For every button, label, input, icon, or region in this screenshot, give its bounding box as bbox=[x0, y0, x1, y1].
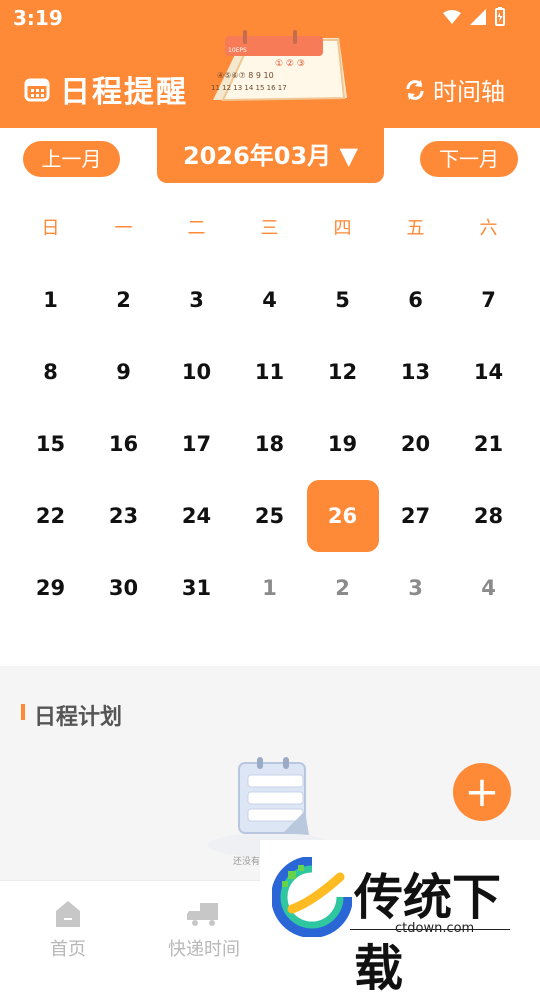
calendar-day[interactable]: 12 bbox=[306, 336, 379, 408]
calendar-day[interactable]: 30 bbox=[87, 552, 160, 624]
schedule-plan-title: 日程计划 bbox=[34, 705, 123, 730]
weekday-saturday: 六 bbox=[479, 218, 498, 239]
calendar-day[interactable]: 5 bbox=[306, 264, 379, 336]
calendar-day[interactable]: 13 bbox=[379, 336, 452, 408]
calendar-day[interactable]: 21 bbox=[452, 408, 525, 480]
month-selector[interactable]: 2026年03月 ▼ bbox=[157, 118, 384, 183]
calendar-day[interactable]: 8 bbox=[14, 336, 87, 408]
calendar-day[interactable]: 24 bbox=[160, 480, 233, 552]
selected-calendar-day[interactable]: 26 bbox=[306, 480, 379, 552]
calendar-day[interactable]: 20 bbox=[379, 408, 452, 480]
calendar-day[interactable]: 16 bbox=[87, 408, 160, 480]
calendar-day-grid: 1 2 3 4 5 6 7 8 9 10 11 12 13 14 15 16 1… bbox=[14, 264, 525, 624]
weekday-sunday: 日 bbox=[41, 218, 60, 239]
next-month-day[interactable]: 3 bbox=[379, 552, 452, 624]
page-title: 日程提醒 bbox=[24, 67, 188, 111]
next-month-day[interactable]: 2 bbox=[306, 552, 379, 624]
current-month-text: 2026年03月 bbox=[182, 142, 332, 170]
calendar-day[interactable]: 22 bbox=[14, 480, 87, 552]
app-header: 3:19 日程提醒 10EPS ① ② ③ ④⑤⑥⑦ 8 9 10 11 12 … bbox=[0, 0, 540, 128]
truck-icon bbox=[187, 903, 218, 926]
watermark-logo: 传统下载 ctdown.com bbox=[260, 840, 540, 997]
nav-express-time[interactable]: 快递时间 bbox=[168, 899, 240, 961]
calendar-day[interactable]: 18 bbox=[233, 408, 306, 480]
calendar-day[interactable]: 28 bbox=[452, 480, 525, 552]
calendar-day[interactable]: 10 bbox=[160, 336, 233, 408]
calendar-day[interactable]: 4 bbox=[233, 264, 306, 336]
refresh-icon bbox=[406, 79, 424, 100]
weekday-header: 日 一 二 三 四 五 六 bbox=[14, 214, 525, 240]
calendar-day[interactable]: 31 bbox=[160, 552, 233, 624]
weekday-monday: 一 bbox=[114, 218, 133, 239]
dropdown-triangle-icon: ▼ bbox=[339, 142, 359, 170]
timeline-button[interactable]: 时间轴 bbox=[403, 72, 505, 107]
next-month-day[interactable]: 4 bbox=[452, 552, 525, 624]
weekday-tuesday: 二 bbox=[187, 218, 206, 239]
add-schedule-button[interactable]: + bbox=[453, 763, 511, 821]
next-month-day[interactable]: 1 bbox=[233, 552, 306, 624]
calendar-day[interactable]: 14 bbox=[452, 336, 525, 408]
calendar-day[interactable]: 2 bbox=[87, 264, 160, 336]
calendar-illustration: 10EPS ① ② ③ ④⑤⑥⑦ 8 9 10 11 12 13 14 15 1… bbox=[211, 30, 347, 102]
calendar-day[interactable]: 19 bbox=[306, 408, 379, 480]
status-icons bbox=[442, 7, 506, 27]
calendar-illustration-label: 10EPS bbox=[228, 47, 247, 54]
plus-icon: + bbox=[464, 767, 500, 816]
calendar-day[interactable]: 6 bbox=[379, 264, 452, 336]
next-month-button[interactable]: 下一月 bbox=[420, 141, 518, 177]
calendar-illustration-row3: 11 12 13 14 15 16 17 bbox=[211, 84, 287, 92]
header-title: 日程提醒 bbox=[60, 75, 188, 110]
signal-icon bbox=[470, 9, 486, 25]
calendar-day[interactable]: 3 bbox=[160, 264, 233, 336]
prev-month-button[interactable]: 上一月 bbox=[23, 141, 120, 177]
watermark-logo-icon bbox=[272, 857, 352, 937]
battery-icon bbox=[495, 7, 505, 26]
watermark-url: ctdown.com bbox=[395, 921, 475, 936]
calendar-day[interactable]: 11 bbox=[233, 336, 306, 408]
calendar-icon bbox=[24, 78, 50, 102]
wifi-icon bbox=[443, 10, 461, 24]
calendar-day[interactable]: 23 bbox=[87, 480, 160, 552]
section-accent-bar bbox=[21, 704, 25, 720]
weekday-wednesday: 三 bbox=[260, 218, 279, 239]
weekday-friday: 五 bbox=[406, 218, 425, 239]
nav-express-label: 快递时间 bbox=[168, 939, 240, 960]
calendar-day[interactable]: 25 bbox=[233, 480, 306, 552]
home-icon bbox=[56, 901, 80, 927]
status-time: 3:19 bbox=[13, 6, 63, 30]
calendar-illustration-row1: ① ② ③ bbox=[275, 59, 305, 69]
weekday-thursday: 四 bbox=[333, 218, 352, 239]
current-month-label: 2026年03月 ▼ bbox=[157, 136, 384, 171]
calendar-day[interactable]: 7 bbox=[452, 264, 525, 336]
calendar-day[interactable]: 29 bbox=[14, 552, 87, 624]
nav-home-label: 首页 bbox=[50, 939, 86, 960]
calendar-day[interactable]: 17 bbox=[160, 408, 233, 480]
calendar-day[interactable]: 9 bbox=[87, 336, 160, 408]
empty-state-caption: 还没有 bbox=[233, 857, 261, 867]
timeline-label: 时间轴 bbox=[433, 78, 505, 106]
calendar-day[interactable]: 27 bbox=[379, 480, 452, 552]
calendar-day[interactable]: 15 bbox=[14, 408, 87, 480]
calendar-day[interactable]: 1 bbox=[14, 264, 87, 336]
calendar-illustration-row2: ④⑤⑥⑦ 8 9 10 bbox=[217, 71, 274, 80]
nav-home[interactable]: 首页 bbox=[50, 899, 86, 961]
